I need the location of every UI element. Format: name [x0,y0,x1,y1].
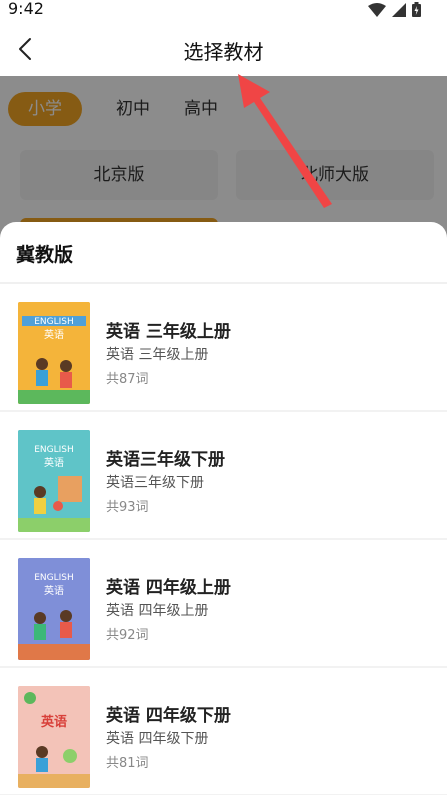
book-item[interactable]: ENGLISH 英语 英语 三年级上册 英语 三年级上册 共87词 [0,284,447,412]
arrow-annotation-icon [238,74,332,208]
word-count: 共87词 [106,372,149,387]
book-cover: 英语 [18,686,90,788]
textbook-sheet: 冀教版 ENGLISH 英语 英语 三年级上册 英语 三年级上册 共87词 EN… [0,222,447,795]
book-list: ENGLISH 英语 英语 三年级上册 英语 三年级上册 共87词 ENGLIS… [0,284,447,795]
status-time: 9:42 [8,0,44,18]
book-subtitle: 英语 四年级下册 [106,731,209,747]
english-book-cover-icon: ENGLISH 英语 [18,558,90,660]
svg-text:ENGLISH: ENGLISH [34,445,74,455]
battery-icon [412,2,421,17]
status-icons [368,2,421,17]
book-title: 英语 四年级下册 [106,706,231,726]
svg-text:英语: 英语 [44,328,64,341]
book-subtitle: 英语 三年级上册 [106,347,209,363]
book-subtitle: 英语三年级下册 [106,475,204,491]
word-count: 共93词 [106,500,149,515]
svg-text:ENGLISH: ENGLISH [34,317,74,327]
english-book-cover-icon: 英语 [18,686,90,788]
page-title: 选择教材 [183,40,264,64]
svg-text:英语: 英语 [44,584,64,597]
book-item[interactable]: 英语 英语 四年级下册 英语 四年级下册 共81词 [0,668,447,795]
word-count: 共92词 [106,628,149,643]
status-bar: 9:42 [0,0,447,22]
book-title: 英语 三年级上册 [106,322,231,342]
sheet-title: 冀教版 [16,244,74,266]
word-count: 共81词 [106,756,149,771]
english-book-cover-icon: ENGLISH 英语 [18,302,90,404]
english-book-cover-icon: ENGLISH 英语 [18,430,90,532]
svg-text:英语: 英语 [40,714,67,730]
book-cover: ENGLISH 英语 [18,558,90,660]
book-cover: ENGLISH 英语 [18,302,90,404]
book-cover: ENGLISH 英语 [18,430,90,532]
book-item[interactable]: ENGLISH 英语 英语 四年级上册 英语 四年级上册 共92词 [0,540,447,668]
book-title: 英语三年级下册 [106,450,225,470]
signal-icon [392,2,406,17]
wifi-icon [368,2,386,17]
header: 选择教材 [0,22,447,76]
book-title: 英语 四年级上册 [106,578,231,598]
svg-text:ENGLISH: ENGLISH [34,573,74,583]
book-subtitle: 英语 四年级上册 [106,603,209,619]
svg-text:英语: 英语 [44,456,64,469]
book-item[interactable]: ENGLISH 英语 英语三年级下册 英语三年级下册 共93词 [0,412,447,540]
